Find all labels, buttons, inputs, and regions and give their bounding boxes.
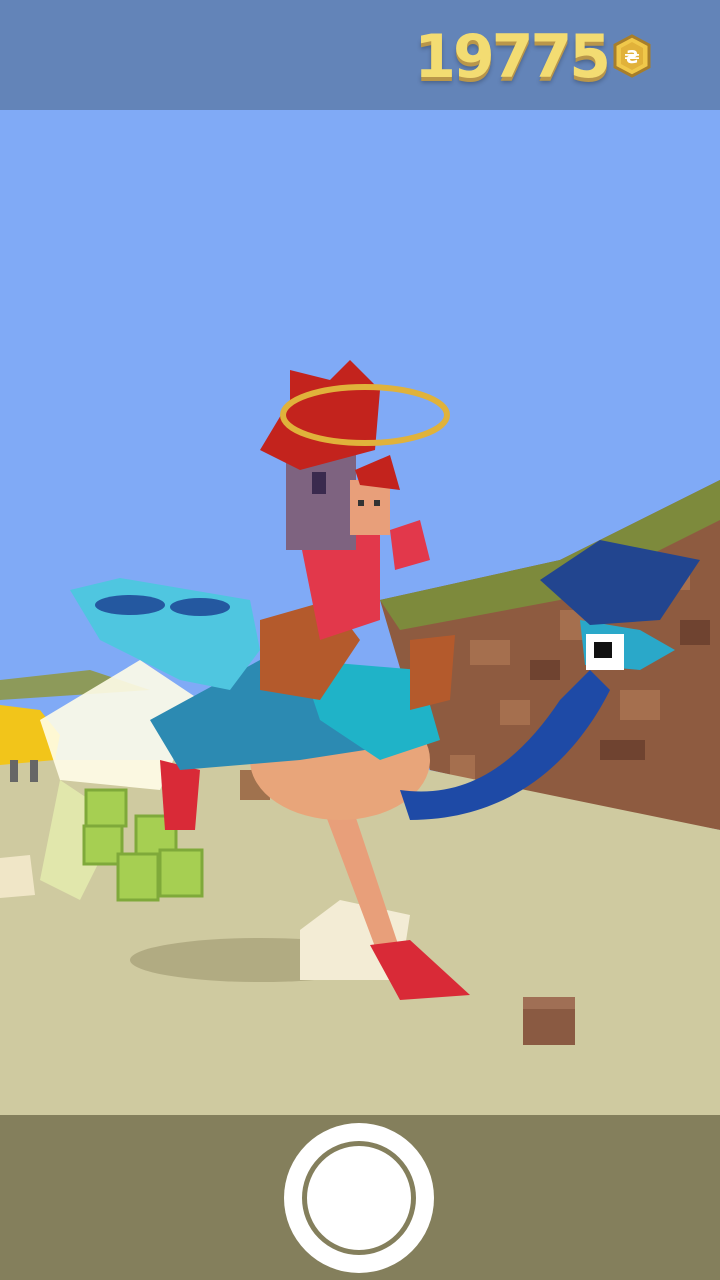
camera-shutter-ring bbox=[302, 1141, 416, 1255]
svg-text:₴: ₴ bbox=[624, 47, 639, 68]
game-scene bbox=[0, 110, 720, 1115]
rider-head bbox=[286, 455, 356, 550]
coin-counter: 19775 bbox=[414, 22, 611, 92]
top-bar: 19775 ₴ bbox=[0, 0, 720, 110]
camera-shutter-button[interactable] bbox=[284, 1123, 434, 1273]
coin-icon: ₴ bbox=[613, 34, 651, 78]
